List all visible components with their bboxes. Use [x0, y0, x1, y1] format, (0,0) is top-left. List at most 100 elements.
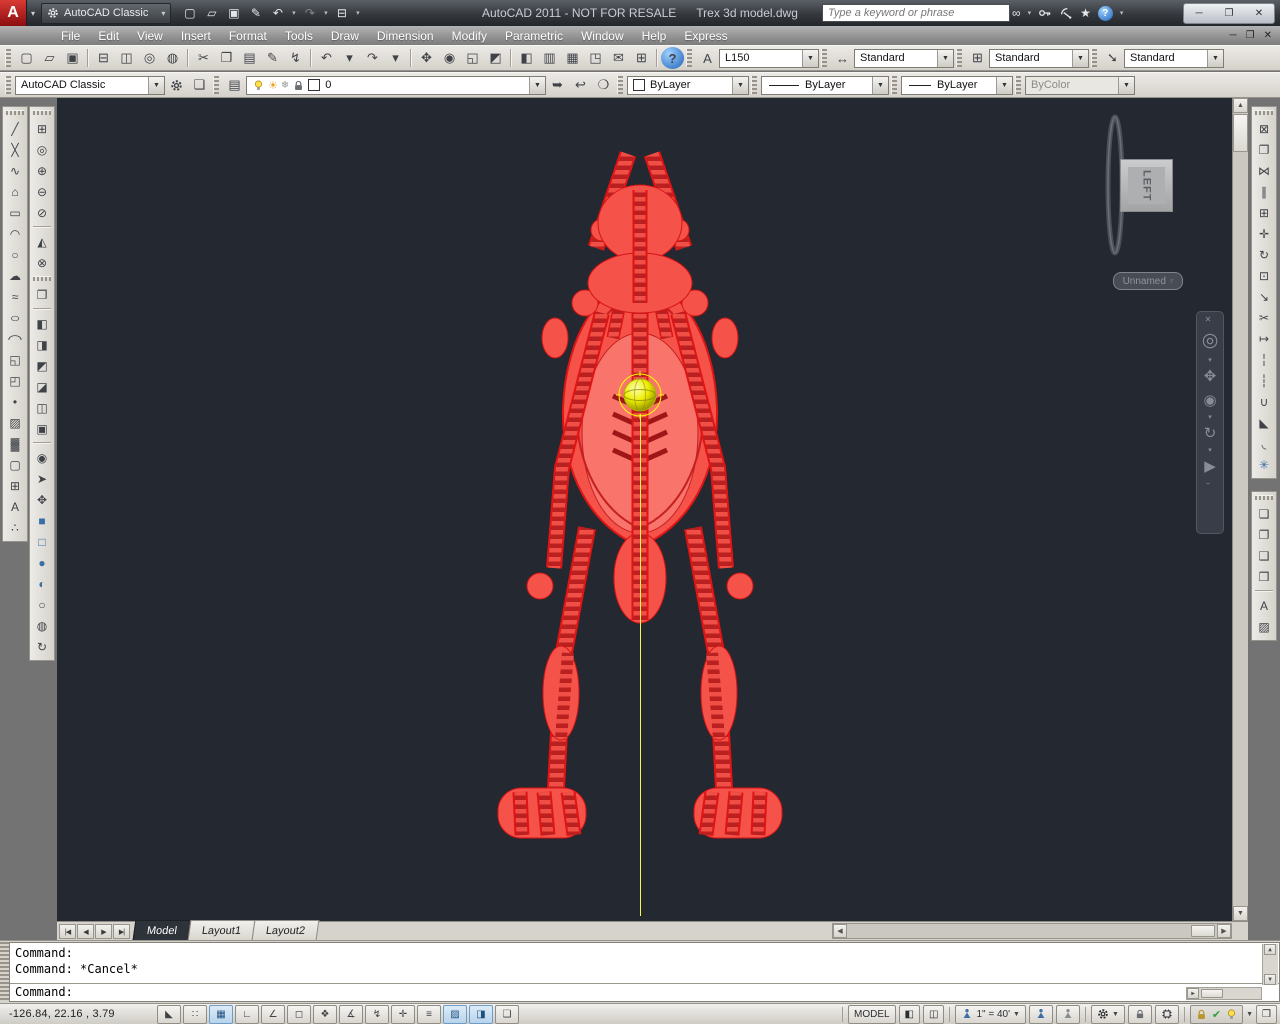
- menu-format[interactable]: Format: [220, 26, 276, 45]
- break[interactable]: ┆: [1253, 370, 1275, 391]
- wire-sphere[interactable]: ○: [31, 594, 53, 615]
- toolbar-grip[interactable]: [617, 76, 623, 94]
- menu-modify[interactable]: Modify: [443, 26, 496, 45]
- canvas-horizontal-scrollbar[interactable]: ◀ ▶: [832, 923, 1232, 939]
- snap-mode[interactable]: ∷: [183, 1004, 207, 1024]
- hardware-acceleration-button[interactable]: [1154, 1004, 1179, 1024]
- annotation-scale-button[interactable]: 1" = 40' ▼: [955, 1004, 1026, 1024]
- quick-view-layouts-button[interactable]: ◧: [898, 1004, 920, 1024]
- linetype-combo[interactable]: ByLayer ▼: [761, 75, 889, 95]
- menu-parametric[interactable]: Parametric: [496, 26, 572, 45]
- lineweight-combo[interactable]: ByLayer ▼: [901, 75, 1013, 95]
- scroll-down-icon[interactable]: ▼: [1233, 906, 1248, 921]
- tab-last[interactable]: ▶|: [113, 924, 130, 939]
- plot[interactable]: ⊟: [331, 3, 352, 23]
- tab-next[interactable]: ▶: [95, 924, 112, 939]
- full-navigation-wheel[interactable]: ◎: [1198, 325, 1222, 355]
- doc-minimize-button[interactable]: ─: [1230, 30, 1237, 41]
- toolbar-grip[interactable]: [33, 110, 51, 115]
- command-prompt[interactable]: Command:: [10, 983, 1279, 1001]
- rectangle[interactable]: ▭: [4, 202, 26, 223]
- tool-palettes[interactable]: ▦: [561, 47, 584, 69]
- markup-set-manager[interactable]: ✉: [607, 47, 630, 69]
- properties[interactable]: ◧: [515, 47, 538, 69]
- move[interactable]: ✛: [1253, 223, 1275, 244]
- table-style-icon[interactable]: ⊞: [966, 47, 989, 69]
- scroll-right-icon[interactable]: ▶: [1187, 988, 1199, 999]
- show-lineweight[interactable]: ≡: [417, 1004, 441, 1024]
- offset[interactable]: ∥: [1253, 181, 1275, 202]
- redo[interactable]: ↷: [361, 47, 384, 69]
- vs-shades-of-gray[interactable]: ▣: [31, 418, 53, 439]
- restore-button[interactable]: ❐: [1214, 8, 1244, 19]
- toolbar-lock-button[interactable]: [1127, 1004, 1152, 1024]
- arc[interactable]: ◠: [4, 223, 26, 244]
- no-view[interactable]: ⊘: [31, 202, 53, 223]
- search-dropdown-icon[interactable]: ▾: [1028, 9, 1032, 17]
- insert-block[interactable]: ◱: [4, 349, 26, 370]
- undo-dropdown[interactable]: ▾: [289, 3, 298, 23]
- delete-view[interactable]: ⊗: [31, 252, 53, 273]
- menu-express[interactable]: Express: [675, 26, 736, 45]
- save-as[interactable]: ✎: [245, 3, 266, 23]
- toolbar-grip[interactable]: [5, 49, 11, 67]
- zoom-dropdown[interactable]: ▾: [1198, 412, 1222, 421]
- 3d-dwf[interactable]: ◍: [161, 47, 184, 69]
- polar-tracking[interactable]: ∠: [261, 1004, 285, 1024]
- selection-cycling[interactable]: ❏: [495, 1004, 519, 1024]
- scale[interactable]: ⊡: [1253, 265, 1275, 286]
- scroll-right-icon[interactable]: ▶: [1217, 924, 1231, 938]
- divide[interactable]: ∴: [4, 517, 26, 538]
- solid-sphere[interactable]: ●: [31, 552, 53, 573]
- chevron-down-icon[interactable]: ▼: [996, 76, 1012, 94]
- scroll-down-icon[interactable]: ▼: [1264, 974, 1276, 985]
- stretch[interactable]: ↘: [1253, 286, 1275, 307]
- match-properties[interactable]: ✎: [261, 47, 284, 69]
- hatch[interactable]: ▨: [4, 412, 26, 433]
- shaded-sphere[interactable]: ◐: [31, 573, 53, 594]
- spline[interactable]: ≈: [4, 286, 26, 307]
- scrollbar-thumb[interactable]: [1233, 114, 1248, 152]
- open[interactable]: ▱: [201, 3, 222, 23]
- scroll-left-icon[interactable]: ◀: [833, 924, 847, 938]
- model-space-button[interactable]: MODEL: [847, 1004, 896, 1024]
- layer-properties-icon[interactable]: ▤: [223, 74, 246, 96]
- toolbar-grip[interactable]: [956, 49, 962, 67]
- object-color-combo[interactable]: ByLayer ▼: [627, 75, 749, 95]
- workspace-save-icon[interactable]: ❏: [188, 74, 211, 96]
- toolbar-grip[interactable]: [1015, 76, 1021, 94]
- annotation-visibility-button[interactable]: [1028, 1004, 1053, 1024]
- layer-unlock-icon[interactable]: [292, 79, 305, 92]
- solid-box[interactable]: ■: [31, 510, 53, 531]
- zoom-window[interactable]: ◱: [461, 47, 484, 69]
- polygon[interactable]: ⌂: [4, 181, 26, 202]
- toolbar-grip[interactable]: [751, 76, 757, 94]
- wire-box[interactable]: □: [31, 531, 53, 552]
- vs-conceptual[interactable]: ◫: [31, 397, 53, 418]
- 3d-object-snap[interactable]: ❖: [313, 1004, 337, 1024]
- menu-window[interactable]: Window: [572, 26, 633, 45]
- object-snap-tracking[interactable]: ∡: [339, 1004, 363, 1024]
- wheel-dropdown[interactable]: ▾: [1198, 355, 1222, 364]
- chevron-down-icon[interactable]: ▼: [1072, 49, 1088, 67]
- remove-view[interactable]: ⊖: [31, 181, 53, 202]
- paste[interactable]: ▤: [238, 47, 261, 69]
- construction-line[interactable]: ╳: [4, 139, 26, 160]
- region[interactable]: ▢: [4, 454, 26, 475]
- undo[interactable]: ↶: [315, 47, 338, 69]
- nav-zoom-extents[interactable]: ◉: [1198, 388, 1222, 412]
- command-horizontal-scrollbar[interactable]: ◀ ▶: [1186, 987, 1262, 1000]
- dim-style-combo[interactable]: Standard ▼: [854, 48, 954, 68]
- layer-states[interactable]: ❍: [592, 74, 615, 96]
- minimize-button[interactable]: ─: [1184, 8, 1214, 19]
- command-vertical-scrollbar[interactable]: ▲ ▼: [1262, 944, 1278, 985]
- send-to-back[interactable]: ❐: [1253, 524, 1275, 545]
- point[interactable]: •: [4, 391, 26, 412]
- table[interactable]: ⊞: [4, 475, 26, 496]
- scroll-up-icon[interactable]: ▲: [1233, 98, 1248, 113]
- layer-previous[interactable]: ↩: [569, 74, 592, 96]
- search-icon[interactable]: ∞: [1012, 6, 1021, 20]
- grid-display[interactable]: ▦: [209, 1004, 233, 1024]
- geographic-location[interactable]: ◍: [31, 615, 53, 636]
- tab-model[interactable]: Model: [132, 920, 192, 940]
